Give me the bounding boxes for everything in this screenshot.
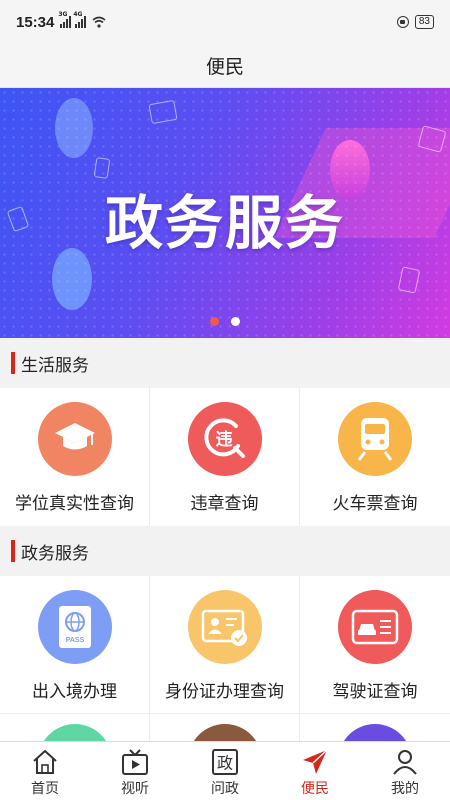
send-icon — [300, 748, 330, 776]
bottom-tab-bar: 首页 视听 政 问政 便民 我的 — [0, 741, 450, 800]
service-label: 火车票查询 — [332, 494, 418, 514]
carousel-indicator — [210, 317, 240, 326]
service-id-card[interactable]: 身份证办理查询 — [150, 576, 300, 714]
tv-icon — [120, 748, 150, 776]
svg-text:PASS: PASS — [65, 637, 84, 644]
banner-carousel[interactable]: 政务服务 — [0, 88, 450, 338]
wifi-icon — [92, 16, 106, 28]
svg-text:违: 违 — [215, 429, 232, 450]
service-label: 驾驶证查询 — [332, 682, 418, 702]
profile-icon — [390, 748, 420, 776]
tab-label: 便民 — [301, 781, 329, 797]
tab-audio-video[interactable]: 视听 — [90, 742, 180, 800]
page-title-bar: 便民 — [0, 44, 450, 88]
tab-label: 视听 — [121, 781, 149, 797]
section-header-life-services: 生活服务 — [0, 338, 450, 388]
service-degree-verification[interactable]: 学位真实性查询 — [0, 388, 150, 526]
service-item-partial[interactable] — [150, 714, 300, 741]
graduation-cap-icon — [37, 402, 112, 476]
service-label: 违章查询 — [190, 494, 259, 514]
status-bar: 15:34 3G 4G 83 — [0, 0, 450, 44]
service-icon-partial — [188, 724, 262, 741]
signal-icon: 4G — [73, 11, 87, 28]
section-accent-bar — [11, 352, 15, 374]
service-item-partial[interactable] — [0, 714, 150, 741]
tab-home[interactable]: 首页 — [0, 742, 90, 800]
service-icon-partial — [38, 724, 112, 741]
tab-convenience[interactable]: 便民 — [270, 742, 360, 800]
signal-icon: 3G — [58, 11, 72, 28]
traffic-violation-icon: 违 — [187, 402, 262, 476]
section-accent-bar — [11, 540, 15, 562]
battery-icon: 83 — [414, 15, 434, 29]
politics-icon: 政 — [210, 748, 240, 776]
tab-profile[interactable]: 我的 — [360, 742, 450, 800]
service-exit-entry[interactable]: PASS 出入境办理 — [0, 576, 150, 714]
tab-politics[interactable]: 政 问政 — [180, 742, 270, 800]
tab-label: 我的 — [391, 781, 419, 797]
page-title: 便民 — [205, 56, 244, 78]
banner-title: 政务服务 — [104, 189, 345, 257]
service-train-ticket[interactable]: 火车票查询 — [300, 388, 450, 526]
service-label: 出入境办理 — [32, 682, 117, 702]
service-item-partial[interactable] — [300, 714, 450, 741]
service-driver-license[interactable]: 驾驶证查询 — [300, 576, 450, 714]
carousel-dot-active[interactable] — [210, 317, 219, 326]
services-grid-next-row — [0, 713, 450, 741]
home-icon — [30, 748, 60, 776]
passport-icon: PASS — [37, 590, 112, 664]
status-time: 15:34 — [16, 13, 55, 31]
section-header-government-services: 政务服务 — [0, 526, 450, 576]
section-title: 政务服务 — [21, 543, 89, 564]
service-traffic-violation[interactable]: 违 违章查询 — [150, 388, 300, 526]
life-services-grid: 学位真实性查询 违 违章查询 火车票查询 — [0, 388, 450, 526]
tab-label: 首页 — [31, 781, 59, 797]
svg-text:政: 政 — [217, 754, 233, 773]
service-icon-partial — [338, 724, 412, 741]
train-icon — [338, 402, 412, 476]
app-screen: 15:34 3G 4G 83 便民 政务服务 生活服务 学位真实性查询 违 违章… — [0, 0, 450, 800]
carousel-dot[interactable] — [231, 317, 240, 326]
tab-label: 问政 — [211, 781, 239, 797]
service-label: 身份证办理查询 — [165, 682, 284, 702]
section-title: 生活服务 — [21, 355, 89, 376]
id-card-icon — [187, 590, 262, 664]
rotation-lock-icon — [396, 16, 409, 28]
service-label: 学位真实性查询 — [15, 494, 134, 514]
government-services-grid: PASS 出入境办理 身份证办理查询 驾驶证查询 — [0, 576, 450, 714]
driver-license-icon — [338, 590, 412, 664]
